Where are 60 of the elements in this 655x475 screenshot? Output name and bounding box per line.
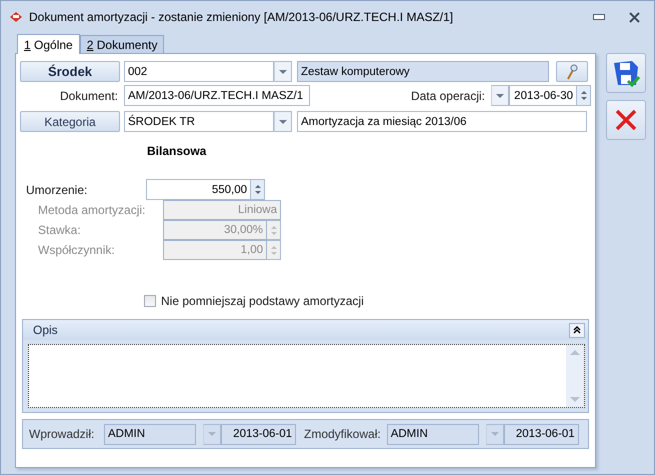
scrollbar[interactable]: [566, 345, 584, 407]
down-arrow-icon: [254, 191, 260, 194]
amount-field[interactable]: 550,00: [146, 179, 251, 200]
section-title: Bilansowa: [147, 144, 206, 158]
magnifier-icon: [566, 64, 578, 80]
window-title: Dokument amortyzacji - zostanie zmieniony [AM/2013-06/URZ.TECH.I MASZ/1]: [29, 10, 454, 24]
magnifier-button[interactable]: [556, 61, 588, 82]
category-button[interactable]: Kategoria: [20, 111, 120, 132]
save-button[interactable]: [606, 53, 646, 93]
caret-icon: [208, 432, 216, 436]
spin-button[interactable]: [577, 85, 591, 106]
spin-button[interactable]: [251, 179, 265, 200]
field-label: Stawka:: [38, 223, 82, 237]
minimize-icon[interactable]: [593, 14, 605, 20]
close-icon[interactable]: [629, 12, 640, 22]
user-field: ADMIN: [104, 424, 196, 444]
down-arrow-icon: [270, 252, 276, 254]
dropdown-button[interactable]: [274, 61, 292, 82]
down-arrow-icon: [270, 232, 276, 234]
up-arrow-icon: [270, 246, 276, 248]
app-icon: [9, 11, 23, 23]
asset-button[interactable]: Środek: [20, 61, 120, 82]
caret-icon: [490, 432, 499, 436]
checkbox[interactable]: [144, 295, 156, 307]
collapse-button[interactable]: [569, 322, 585, 338]
date-field: 2013-06-01: [221, 424, 296, 444]
field-label: Data operacji:: [410, 88, 485, 102]
user-field: ADMIN: [386, 424, 479, 444]
up-arrow-icon: [580, 91, 586, 94]
panel-title: Opis: [33, 323, 58, 337]
checkbox-label[interactable]: Nie pomniejszaj podstawy amortyzacji: [161, 294, 364, 308]
tab[interactable]: 1 Ogólne: [17, 34, 80, 54]
cancel-button[interactable]: [606, 100, 646, 140]
caret-icon: [279, 70, 287, 74]
date-field: 2013-06-01: [504, 424, 579, 444]
input-field[interactable]: AM/2013-06/URZ.TECH.I MASZ/1: [124, 85, 310, 106]
field-label: Dokument:: [58, 88, 118, 102]
down-arrow-icon: [580, 97, 586, 100]
combo-field[interactable]: 002: [124, 61, 274, 82]
down-arrow-icon: [570, 397, 580, 402]
field-label: Wprowadził:: [29, 427, 96, 441]
close-icon: [614, 108, 638, 132]
up-arrow-icon: [570, 350, 580, 355]
asset-name-field: Zestaw komputerowy: [297, 61, 549, 82]
up-arrow-icon: [254, 185, 260, 188]
date-field[interactable]: 2013-06-30: [509, 85, 577, 106]
field-label: Zmodyfikował:: [304, 427, 381, 441]
input-field[interactable]: Amortyzacja za miesiąc 2013/06: [297, 111, 587, 132]
description-field[interactable]: [28, 344, 585, 408]
chevron-icon: [573, 326, 581, 334]
caret-icon: [279, 120, 287, 124]
caret-icon: [496, 94, 504, 98]
tab[interactable]: 2 Dokumenty: [80, 35, 164, 53]
field-label: Umorzenie:: [26, 182, 88, 196]
combo-field[interactable]: ŚRODEK TR: [124, 111, 274, 132]
up-arrow-icon: [270, 226, 276, 228]
dropdown-button[interactable]: [491, 85, 509, 106]
field-label: Metoda amortyzacji:: [38, 203, 146, 217]
field-label: Współczynnik:: [38, 243, 116, 257]
dropdown-button[interactable]: [274, 111, 292, 132]
